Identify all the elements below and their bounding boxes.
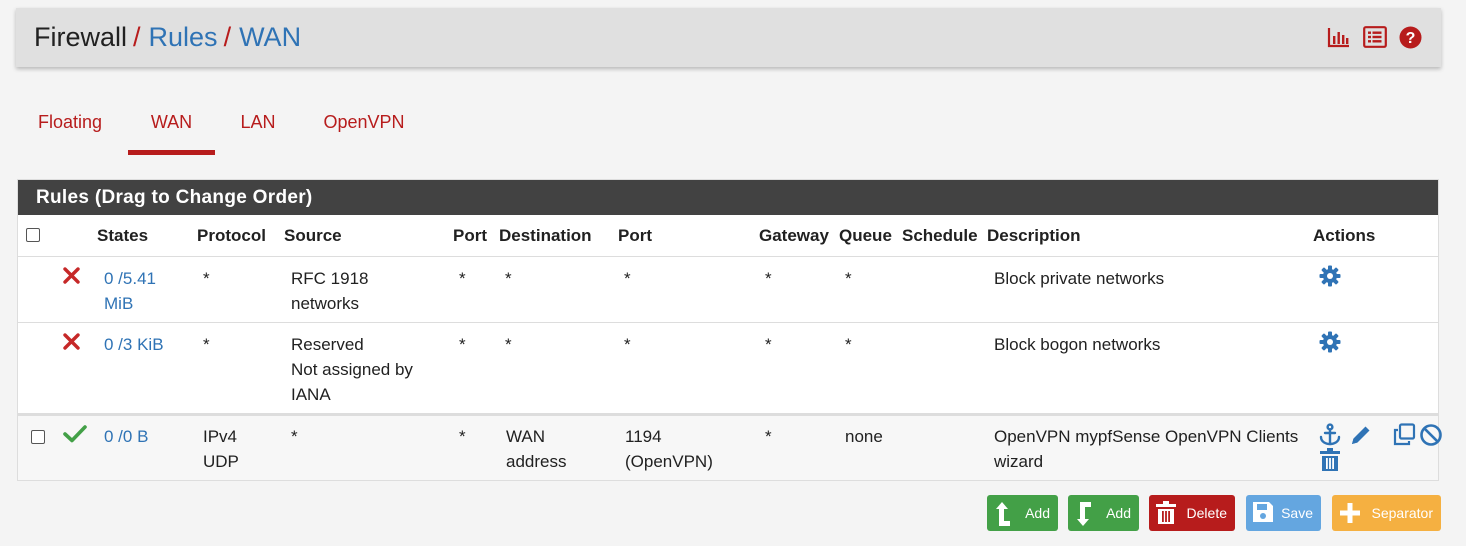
queue-value: none: [845, 427, 883, 446]
tab-openvpn[interactable]: OpenVPN: [319, 98, 409, 150]
col-source: Source: [284, 226, 342, 245]
breadcrumb-rules[interactable]: Rules: [149, 22, 218, 52]
source-port-value: *: [459, 335, 466, 354]
protocol-value: *: [203, 269, 210, 288]
divider: [18, 413, 1438, 416]
destination-value: *: [505, 269, 512, 288]
col-gateway: Gateway: [759, 226, 829, 245]
trash-icon[interactable]: [1319, 448, 1341, 477]
pass-check-icon: [63, 425, 87, 448]
col-states: States: [97, 226, 149, 245]
help-icon[interactable]: ?: [1399, 26, 1422, 54]
arrow-turn-up-icon: [996, 502, 1010, 526]
col-protocol: Protocol: [197, 226, 266, 245]
pencil-icon[interactable]: [1349, 423, 1373, 452]
arrow-turn-down-icon: [1077, 502, 1091, 526]
queue-value: *: [845, 269, 852, 288]
source-value: *: [291, 427, 298, 446]
destination-port-value: 1194 (OpenVPN): [625, 427, 713, 471]
block-icon: [63, 333, 80, 355]
col-schedule: Schedule: [902, 226, 978, 245]
page-header: Firewall / Rules / WAN ?: [16, 8, 1441, 67]
col-destination: Destination: [499, 226, 592, 245]
gateway-value: *: [765, 335, 772, 354]
source-value: RFC 1918 networks: [291, 269, 369, 313]
breadcrumb-separator: /: [133, 22, 141, 52]
tab-lan[interactable]: LAN: [236, 98, 280, 150]
destination-port-value: *: [624, 335, 631, 354]
add-rule-bottom-button[interactable]: Add: [1068, 495, 1139, 531]
queue-value: *: [845, 335, 852, 354]
panel-heading: Rules (Drag to Change Order): [18, 180, 1438, 215]
col-destination-port: Port: [618, 226, 652, 245]
destination-value: *: [505, 335, 512, 354]
description-value: OpenVPN mypfSense OpenVPN Clients wizard: [994, 427, 1299, 471]
svg-text:?: ?: [1406, 30, 1416, 47]
save-button[interactable]: Save: [1246, 495, 1321, 531]
breadcrumb-wan[interactable]: WAN: [239, 22, 301, 52]
breadcrumb-firewall: Firewall: [34, 22, 128, 52]
source-value: Reserved Not assigned by IANA: [291, 335, 413, 404]
divider: [18, 256, 1438, 257]
destination-value: WAN address: [506, 427, 567, 471]
plus-icon: [1340, 503, 1360, 523]
add-rule-top-button[interactable]: Add: [987, 495, 1058, 531]
protocol-value: IPv4 UDP: [203, 427, 239, 471]
col-description: Description: [987, 226, 1081, 245]
states-value[interactable]: 0 /3 KiB: [104, 332, 164, 357]
block-icon: [63, 267, 80, 289]
states-value[interactable]: 0 /5.41 MiB: [104, 266, 156, 316]
tab-wan[interactable]: WAN: [128, 98, 215, 155]
copy-icon[interactable]: [1393, 423, 1416, 451]
gear-icon[interactable]: [1319, 265, 1341, 292]
col-source-port: Port: [453, 226, 487, 245]
breadcrumb-separator: /: [223, 22, 232, 52]
floppy-icon: [1253, 502, 1273, 522]
delete-button[interactable]: Delete: [1149, 495, 1235, 531]
source-port-value: *: [459, 269, 466, 288]
states-value[interactable]: 0 /0 B: [104, 424, 148, 449]
separator-button[interactable]: Separator: [1332, 495, 1441, 531]
select-all-checkbox[interactable]: [26, 228, 40, 242]
breadcrumb: Firewall / Rules / WAN: [34, 22, 301, 52]
description-value: Block private networks: [994, 269, 1165, 288]
col-queue: Queue: [839, 226, 892, 245]
gateway-value: *: [765, 269, 772, 288]
panel-title: Rules (Drag to Change Order): [36, 187, 313, 208]
divider: [18, 322, 1438, 323]
rules-panel: Rules (Drag to Change Order) States Prot…: [17, 179, 1442, 481]
col-actions: Actions: [1313, 226, 1376, 245]
row-checkbox[interactable]: [31, 430, 45, 444]
gateway-value: *: [765, 427, 772, 446]
trash-icon: [1156, 501, 1176, 524]
chart-icon[interactable]: [1327, 26, 1351, 53]
tab-floating[interactable]: Floating: [34, 98, 106, 150]
list-icon[interactable]: [1363, 26, 1387, 53]
destination-port-value: *: [624, 269, 631, 288]
description-value: Block bogon networks: [994, 335, 1161, 354]
source-port-value: *: [459, 427, 466, 446]
gear-icon[interactable]: [1319, 331, 1341, 358]
disable-icon[interactable]: [1419, 423, 1443, 452]
protocol-value: *: [203, 335, 210, 354]
